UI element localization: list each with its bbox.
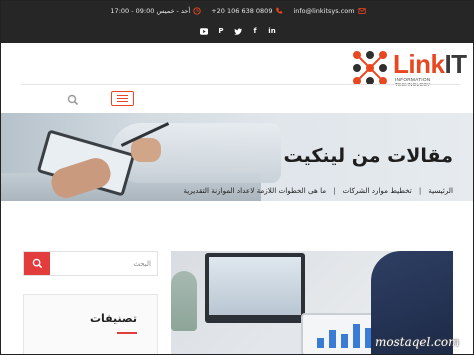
- logo-wordmark: LinkIT: [393, 49, 467, 80]
- menu-toggle-button[interactable]: [111, 91, 134, 106]
- email-text[interactable]: info@linkitsys.com: [293, 7, 354, 15]
- facebook-icon[interactable]: f: [251, 27, 259, 35]
- contact-row: أحد - خميس 09:00 - 17:00 +20 106 638 080…: [1, 4, 473, 18]
- image-screen-shape: [209, 257, 301, 315]
- breadcrumb-separator: |: [333, 186, 336, 195]
- search-icon: [32, 258, 42, 269]
- top-bar: أحد - خميس 09:00 - 17:00 +20 106 638 080…: [1, 1, 473, 43]
- pinterest-icon[interactable]: P: [217, 27, 225, 35]
- image-chart-bar: [329, 330, 336, 348]
- image-plant-shape: [171, 271, 197, 331]
- hero-hand-shape: [131, 138, 161, 162]
- categories-widget: تصنيفات: [23, 294, 158, 354]
- breadcrumb-category[interactable]: تخطيط موارد الشركات: [343, 186, 412, 195]
- email-contact[interactable]: info@linkitsys.com: [293, 7, 366, 15]
- linkit-logo[interactable]: LinkIT INFORMATION TECHNOLOGY: [351, 47, 467, 89]
- page-title: مقالات من لينكيت: [283, 145, 453, 167]
- logo-it-text: IT: [444, 49, 467, 79]
- search-submit-button[interactable]: [24, 252, 50, 275]
- sidebar-search: [23, 251, 158, 276]
- image-chart-bar: [341, 334, 348, 348]
- breadcrumb-home[interactable]: الرئيسية: [428, 186, 453, 195]
- hamburger-line: [117, 101, 128, 103]
- main-content: تصنيفات: [1, 201, 473, 354]
- envelope-icon: [357, 7, 366, 15]
- logo-link-text: Link: [393, 49, 445, 79]
- search-input[interactable]: [50, 252, 157, 275]
- title-underline: [117, 332, 137, 334]
- hours-text: أحد - خميس 09:00 - 17:00: [110, 7, 191, 15]
- breadcrumb: الرئيسية | تخطيط موارد الشركات | ما هى ا…: [183, 186, 453, 195]
- site-header: LinkIT INFORMATION TECHNOLOGY: [1, 43, 473, 113]
- youtube-icon[interactable]: [200, 27, 208, 35]
- header-divider: [21, 84, 461, 85]
- logo-mark-icon: [353, 51, 387, 85]
- twitter-icon[interactable]: [234, 27, 242, 35]
- categories-title: تصنيفات: [89, 312, 137, 325]
- page: أحد - خميس 09:00 - 17:00 +20 106 638 080…: [0, 0, 474, 355]
- phone-contact[interactable]: +20 106 638 0809: [211, 7, 283, 15]
- clock-icon: [193, 7, 201, 15]
- page-hero-banner: مقالات من لينكيت الرئيسية | تخطيط موارد …: [1, 113, 473, 201]
- working-hours: أحد - خميس 09:00 - 17:00: [110, 7, 201, 15]
- social-row: P f in: [1, 25, 473, 37]
- linkedin-icon[interactable]: in: [268, 27, 276, 35]
- image-chart-bar: [317, 338, 324, 348]
- breadcrumb-current: ما هى الخطوات اللازمة لاعداد الموازنة ال…: [183, 186, 327, 195]
- phone-text[interactable]: +20 106 638 0809: [211, 7, 272, 15]
- image-chart-bar: [353, 324, 360, 348]
- hamburger-line: [117, 94, 128, 96]
- logo-tagline: INFORMATION TECHNOLOGY: [395, 78, 431, 88]
- breadcrumb-separator: |: [418, 186, 422, 195]
- watermark-logo: mostaqel.com: [375, 335, 460, 349]
- search-icon[interactable]: [67, 91, 81, 106]
- hamburger-line: [117, 97, 128, 100]
- phone-icon: [275, 7, 283, 15]
- image-monitor-shape: [205, 253, 305, 323]
